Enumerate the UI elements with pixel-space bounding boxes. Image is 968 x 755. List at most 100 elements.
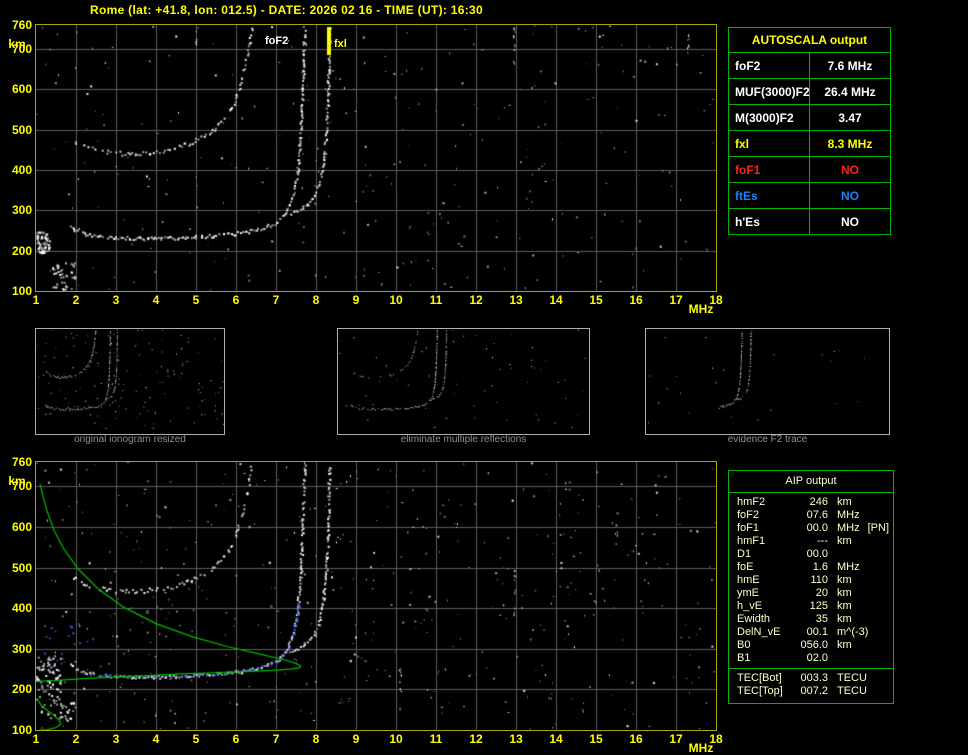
row-value: 8.3 MHz (809, 130, 891, 157)
aip-row: ymE 20 km (737, 587, 889, 600)
y-axis-tick-label: 760 (11, 18, 32, 32)
aip-row-label: hmE (737, 574, 760, 586)
aip-row-unit: km (837, 535, 852, 547)
aip-row-unit: km (837, 574, 852, 586)
row-value: NO (809, 156, 891, 183)
x-axis-tick-label: 4 (152, 293, 160, 307)
row-label: ftEs (728, 182, 810, 209)
aip-row: Ewidth 35 km (737, 613, 889, 626)
x-axis-tick-label: 12 (469, 732, 483, 746)
table-row-hpEs: h'Es NO (728, 208, 891, 235)
aip-separator (729, 668, 893, 669)
x-axis-tick-label: 12 (469, 293, 483, 307)
aip-row-label: B0 (737, 639, 751, 651)
aip-row-value: 110 (810, 574, 828, 586)
fxl-annotation: fxl (334, 38, 347, 50)
y-axis-tick-label: 300 (11, 203, 32, 218)
aip-row-value: 00.1 (806, 626, 828, 638)
y-axis-tick-label: 500 (11, 122, 32, 137)
table-row-M3000F2: M(3000)F2 3.47 (728, 104, 891, 131)
aip-row-value: 003.3 (800, 672, 828, 684)
aip-row-value: 246 (809, 496, 828, 508)
x-axis-tick-label: 16 (629, 732, 643, 746)
aip-row-unit: MHz (837, 522, 860, 534)
x-axis-tick-label: 1 (32, 293, 40, 307)
aip-row-label: hmF1 (737, 535, 766, 547)
x-axis-tick-label: 9 (352, 293, 360, 307)
y-axis-tick-label: 200 (11, 682, 32, 697)
foF2-annotation: foF2 (265, 35, 289, 47)
aip-row-label: DelN_vE (737, 626, 781, 638)
aip-row-label: B1 (737, 652, 751, 664)
aip-row-label: Ewidth (737, 613, 771, 625)
x-axis-tick-label: 14 (549, 293, 563, 307)
autoscala-table-header-row: AUTOSCALA output (728, 27, 891, 53)
x-axis-tick-label: 6 (232, 732, 240, 746)
aip-panel-body: hmF2 246 km foF2 07.6 MHz foF1 00.0 MHz [PN] hmF1 -… (729, 493, 893, 703)
aip-row-label: foF1 (737, 522, 760, 534)
aip-row: TEC[Top] 007.2 TECU (737, 685, 889, 698)
x-axis-tick-label: 10 (389, 293, 403, 307)
table-row-foF2: foF2 7.6 MHz (728, 52, 891, 79)
x-axis-tick-label: 7 (272, 293, 280, 307)
aip-row-unit: km (837, 613, 852, 625)
x-axis-unit-label: MHz (688, 302, 714, 316)
x-axis-tick-label: 2 (72, 732, 80, 746)
x-axis-tick-label: 15 (589, 732, 603, 746)
restored-ionogram-plot (35, 461, 717, 731)
aip-row: h_vE 125 km (737, 600, 889, 613)
aip-row-unit: MHz (837, 561, 860, 573)
aip-row: TEC[Bot] 003.3 TECU (737, 672, 889, 685)
aip-row-value: 20 (815, 587, 828, 599)
thumbnail-original-canvas (36, 329, 224, 429)
row-value: NO (809, 208, 891, 235)
row-label: foF1 (728, 156, 810, 183)
aip-row-unit: km (837, 600, 852, 612)
x-axis-tick-label: 10 (389, 732, 403, 746)
aip-row-label: TEC[Bot] (737, 672, 782, 684)
title-text: Rome (lat: +41.8, lon: 012.5) - DATE: 20… (90, 3, 483, 17)
aip-row-unit: km (837, 587, 852, 599)
x-axis-tick-label: 5 (192, 732, 200, 746)
aip-row: B0 056.0 km (737, 639, 889, 652)
x-axis-unit-label: MHz (688, 741, 714, 755)
aip-row-unit: TECU (837, 672, 867, 684)
x-axis-tick-label: 13 (509, 293, 523, 307)
aip-row-value: 007.2 (800, 685, 828, 697)
x-axis-tick-label: 15 (589, 293, 603, 307)
thumbnail-original-ionogram (35, 328, 225, 435)
y-axis-unit-label: km (8, 474, 26, 488)
row-label: foF2 (728, 52, 810, 79)
aip-row-label: foF2 (737, 509, 760, 521)
aip-row-label: hmF2 (737, 496, 766, 508)
row-label: fxl (728, 130, 810, 157)
thumbnail-evidence-canvas (646, 329, 889, 429)
aip-row: foF2 07.6 MHz (737, 509, 889, 522)
autoscala-table-header: AUTOSCALA output (728, 27, 891, 53)
thumbnail-eliminate-canvas (338, 329, 589, 429)
y-axis-tick-label: 500 (11, 560, 32, 575)
aip-row: DelN_vE 00.1 m^(-3) (737, 626, 889, 639)
aip-row-unit: m^(-3) (837, 626, 869, 638)
aip-row: hmF2 246 km (737, 496, 889, 509)
main-ionogram-plot: foF2 fxl (35, 24, 717, 292)
row-value: 26.4 MHz (809, 78, 891, 105)
aip-row-unit: TECU (837, 685, 867, 697)
x-axis-tick-label: 4 (152, 732, 160, 746)
row-value: 3.47 (809, 104, 891, 131)
aip-row-flag: [PN] (867, 522, 890, 534)
aip-row-label: ymE (737, 587, 759, 599)
aip-row-value: 02.0 (806, 652, 828, 664)
x-axis-tick-label: 11 (429, 293, 443, 307)
x-axis-tick-label: 3 (112, 732, 120, 746)
aip-row: hmF1 --- km (737, 535, 889, 548)
aip-output-panel: AIP output hmF2 246 km foF2 07.6 MHz foF1 00.0 M… (728, 470, 894, 704)
x-axis-tick-label: 1 (32, 732, 40, 746)
y-axis-tick-label: 400 (11, 163, 32, 178)
aip-row: B1 02.0 (737, 652, 889, 665)
x-axis-tick-label: 6 (232, 293, 240, 307)
x-axis-tick-label: 13 (509, 732, 523, 746)
x-axis-tick-label: 17 (669, 732, 683, 746)
aip-row-unit: km (837, 496, 852, 508)
aip-row-value: --- (817, 535, 828, 547)
